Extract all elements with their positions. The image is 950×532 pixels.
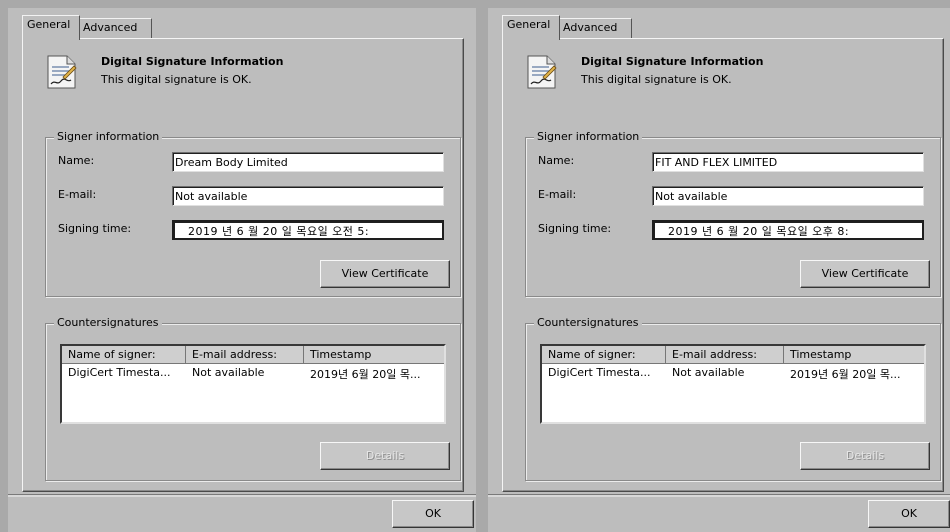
signing-time-label: Signing time: bbox=[538, 222, 612, 235]
countersignatures-group-label: Countersignatures bbox=[54, 316, 162, 329]
signer-group-label: Signer information bbox=[534, 130, 643, 143]
signature-status-text: This digital signature is OK. bbox=[581, 73, 732, 86]
countersignatures-group: Countersignatures Name of signer: E-mail… bbox=[45, 316, 461, 481]
column-header-timestamp[interactable]: Timestamp bbox=[304, 346, 444, 364]
list-item[interactable]: DigiCert Timesta... Not available 2019년 … bbox=[542, 364, 924, 382]
signature-info-title: Digital Signature Information bbox=[101, 55, 284, 68]
signer-information-group: Signer information Name: Dream Body Limi… bbox=[45, 130, 461, 297]
email-label: E-mail: bbox=[538, 188, 577, 201]
signer-email-field[interactable]: Not available bbox=[172, 186, 444, 206]
timestamp-cell: 2019년 6월 20일 목... bbox=[790, 368, 901, 381]
ok-button[interactable]: OK bbox=[392, 500, 474, 528]
signature-document-icon bbox=[45, 53, 79, 91]
timestamp-cell: 2019년 6월 20일 목... bbox=[310, 368, 421, 381]
view-certificate-button[interactable]: View Certificate bbox=[800, 260, 930, 288]
details-button[interactable]: Details bbox=[800, 442, 930, 470]
signer-name-field[interactable]: FIT AND FLEX LIMITED bbox=[652, 152, 924, 172]
signing-time-field[interactable]: 2019 년 6 월 20 일 목요일 오전 5: bbox=[172, 220, 444, 240]
signature-status-text: This digital signature is OK. bbox=[101, 73, 252, 86]
signer-name-field[interactable]: Dream Body Limited bbox=[172, 152, 444, 172]
column-header-email[interactable]: E-mail address: bbox=[186, 346, 304, 364]
list-item[interactable]: DigiCert Timesta... Not available 2019년 … bbox=[62, 364, 444, 382]
tab-advanced[interactable]: Advanced bbox=[78, 18, 152, 39]
list-header: Name of signer: E-mail address: Timestam… bbox=[542, 346, 924, 364]
column-header-name[interactable]: Name of signer: bbox=[542, 346, 666, 364]
name-label: Name: bbox=[538, 154, 575, 167]
dialog-separator bbox=[488, 494, 950, 497]
countersignatures-group-label: Countersignatures bbox=[534, 316, 642, 329]
signing-time-field[interactable]: 2019 년 6 월 20 일 목요일 오후 8: bbox=[652, 220, 924, 240]
tab-general[interactable]: General bbox=[502, 15, 560, 40]
column-header-timestamp[interactable]: Timestamp bbox=[784, 346, 924, 364]
list-header: Name of signer: E-mail address: Timestam… bbox=[62, 346, 444, 364]
signer-name-cell: DigiCert Timesta... bbox=[68, 366, 171, 379]
general-tab-panel: Digital Signature Information This digit… bbox=[22, 38, 464, 492]
tab-advanced[interactable]: Advanced bbox=[558, 18, 632, 39]
column-header-email[interactable]: E-mail address: bbox=[666, 346, 784, 364]
signature-info-title: Digital Signature Information bbox=[581, 55, 764, 68]
countersignatures-list[interactable]: Name of signer: E-mail address: Timestam… bbox=[60, 344, 446, 424]
column-header-name[interactable]: Name of signer: bbox=[62, 346, 186, 364]
email-cell: Not available bbox=[672, 366, 745, 379]
signer-group-label: Signer information bbox=[54, 130, 163, 143]
email-label: E-mail: bbox=[58, 188, 97, 201]
email-cell: Not available bbox=[192, 366, 265, 379]
ok-button[interactable]: OK bbox=[868, 500, 950, 528]
signer-name-cell: DigiCert Timesta... bbox=[548, 366, 651, 379]
name-label: Name: bbox=[58, 154, 95, 167]
countersignatures-group: Countersignatures Name of signer: E-mail… bbox=[525, 316, 941, 481]
signer-information-group: Signer information Name: FIT AND FLEX LI… bbox=[525, 130, 941, 297]
signer-email-field[interactable]: Not available bbox=[652, 186, 924, 206]
dialog-separator bbox=[8, 494, 476, 497]
signature-document-icon bbox=[525, 53, 559, 91]
countersignatures-list[interactable]: Name of signer: E-mail address: Timestam… bbox=[540, 344, 926, 424]
view-certificate-button[interactable]: View Certificate bbox=[320, 260, 450, 288]
signature-dialog-right: General Advanced Digital Signature Infor… bbox=[488, 8, 950, 532]
details-button[interactable]: Details bbox=[320, 442, 450, 470]
tab-general[interactable]: General bbox=[22, 15, 80, 40]
signing-time-label: Signing time: bbox=[58, 222, 132, 235]
general-tab-panel: Digital Signature Information This digit… bbox=[502, 38, 944, 492]
signature-dialog-left: General Advanced Digital Signature Infor… bbox=[8, 8, 476, 532]
